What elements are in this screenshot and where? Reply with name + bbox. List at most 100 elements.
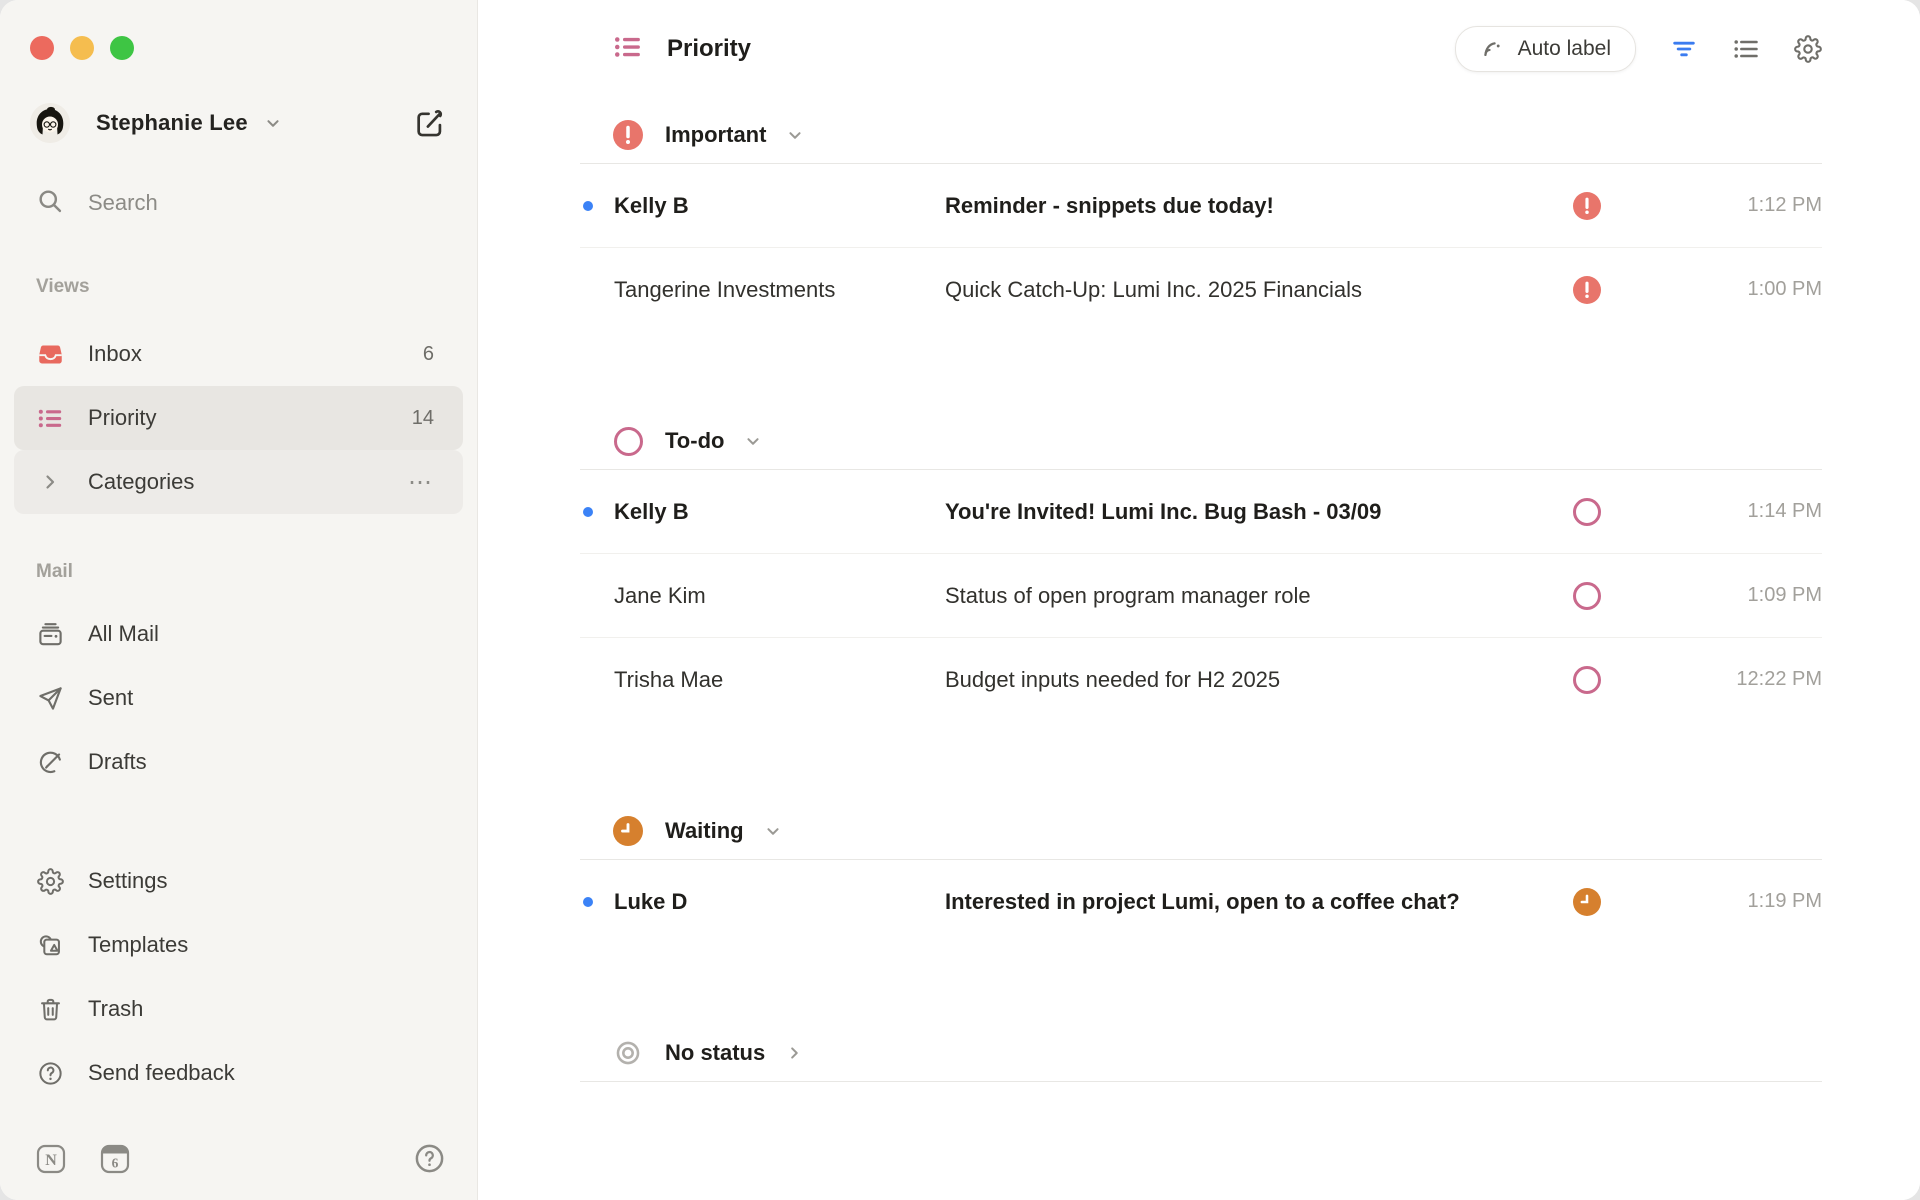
email-subject: Status of open program manager role xyxy=(945,583,1573,609)
priority-list-icon xyxy=(36,405,64,432)
chevron-down-icon xyxy=(262,112,284,134)
group-waiting: Waiting Luke D Interested in project Lum… xyxy=(580,803,1822,943)
group-header-no-status[interactable]: No status xyxy=(580,1025,1822,1082)
sidebar-item-categories[interactable]: Categories ⋯ xyxy=(14,450,463,514)
sidebar-item-all-mail[interactable]: All Mail xyxy=(0,602,477,666)
sidebar-item-label: All Mail xyxy=(88,621,159,647)
help-icon[interactable] xyxy=(414,1143,445,1174)
account-switcher[interactable]: Stephanie Lee xyxy=(0,103,477,143)
group-important: Important Kelly B Reminder - snippets du… xyxy=(580,107,1822,331)
list-view-icon[interactable] xyxy=(1732,35,1760,63)
email-row[interactable]: Tangerine Investments Quick Catch-Up: Lu… xyxy=(580,248,1822,331)
calendar-day: 6 xyxy=(112,1155,119,1170)
unread-dot xyxy=(583,201,593,211)
sidebar-item-label: Inbox xyxy=(88,341,142,367)
auto-label-icon xyxy=(1480,36,1506,62)
email-subject: Quick Catch-Up: Lumi Inc. 2025 Financial… xyxy=(945,277,1573,303)
notion-logo-icon[interactable]: N xyxy=(36,1144,66,1174)
bottom-nav: Settings Templates xyxy=(0,849,477,1105)
email-row[interactable]: Jane Kim Status of open program manager … xyxy=(580,554,1822,638)
mail-section-label: Mail xyxy=(0,560,477,584)
views-section-label: Views xyxy=(0,275,477,299)
email-sender: Trisha Mae xyxy=(614,667,945,693)
search-icon xyxy=(36,187,64,220)
toolbar: Auto label xyxy=(1455,26,1822,72)
templates-icon xyxy=(36,932,64,959)
group-todo: To-do Kelly B You're Invited! Lumi Inc. … xyxy=(580,413,1822,721)
filter-icon[interactable] xyxy=(1670,35,1698,63)
todo-status-icon xyxy=(613,427,643,456)
sidebar-item-templates[interactable]: Templates xyxy=(0,913,477,977)
todo-status-icon[interactable] xyxy=(1573,582,1601,610)
zoom-window-button[interactable] xyxy=(110,36,134,60)
search-placeholder: Search xyxy=(88,190,158,216)
group-header-waiting[interactable]: Waiting xyxy=(580,803,1822,860)
sidebar-item-label: Sent xyxy=(88,685,133,711)
todo-status-icon[interactable] xyxy=(1573,498,1601,526)
email-time: 1:12 PM xyxy=(1637,194,1822,217)
auto-label-button[interactable]: Auto label xyxy=(1455,26,1636,72)
email-time: 1:00 PM xyxy=(1637,278,1822,301)
email-row[interactable]: Trisha Mae Budget inputs needed for H2 2… xyxy=(580,638,1822,721)
email-row[interactable]: Luke D Interested in project Lumi, open … xyxy=(580,860,1822,943)
sidebar-item-label: Templates xyxy=(88,932,188,958)
drafts-icon xyxy=(36,749,64,776)
search-input[interactable]: Search xyxy=(0,187,477,219)
sidebar-item-label: Settings xyxy=(88,868,168,894)
group-header-important[interactable]: Important xyxy=(580,107,1822,164)
waiting-status-icon[interactable] xyxy=(1573,888,1601,916)
question-circle-icon xyxy=(36,1060,64,1087)
sidebar-footer: N 6 xyxy=(36,1143,445,1174)
sidebar-item-sent[interactable]: Sent xyxy=(0,666,477,730)
chevron-right-icon xyxy=(783,1042,805,1064)
sidebar-item-label: Send feedback xyxy=(88,1060,235,1086)
inbox-icon xyxy=(36,341,64,368)
email-time: 1:14 PM xyxy=(1637,500,1822,523)
avatar xyxy=(30,103,70,143)
sidebar-item-trash[interactable]: Trash xyxy=(0,977,477,1041)
sidebar-item-send-feedback[interactable]: Send feedback xyxy=(0,1041,477,1105)
sidebar-item-priority[interactable]: Priority 14 xyxy=(14,386,463,450)
minimize-window-button[interactable] xyxy=(70,36,94,60)
views-nav: Inbox 6 Priority 14 Categories ⋯ xyxy=(0,322,477,514)
email-subject: Interested in project Lumi, open to a co… xyxy=(945,889,1573,915)
group-name: No status xyxy=(665,1040,765,1066)
notion-letter: N xyxy=(45,1152,57,1169)
email-row[interactable]: Kelly B You're Invited! Lumi Inc. Bug Ba… xyxy=(580,470,1822,554)
group-name: To-do xyxy=(665,428,724,454)
sidebar-item-drafts[interactable]: Drafts xyxy=(0,730,477,794)
sidebar-item-settings[interactable]: Settings xyxy=(0,849,477,913)
settings-gear-icon[interactable] xyxy=(1794,35,1822,63)
important-status-icon[interactable] xyxy=(1573,276,1601,304)
calendar-icon[interactable]: 6 xyxy=(100,1144,130,1174)
email-time: 12:22 PM xyxy=(1637,668,1822,691)
todo-status-icon[interactable] xyxy=(1573,666,1601,694)
group-name: Important xyxy=(665,122,766,148)
main-header: Priority Auto label xyxy=(580,27,1822,71)
email-time: 1:19 PM xyxy=(1637,890,1822,913)
page-title: Priority xyxy=(667,35,751,63)
email-subject: Reminder - snippets due today! xyxy=(945,193,1573,219)
mail-list-pane: Priority Auto label xyxy=(478,0,1920,1200)
mail-nav: All Mail Sent Drafts xyxy=(0,602,477,794)
priority-count: 14 xyxy=(412,407,434,430)
important-status-icon xyxy=(613,120,643,150)
important-status-icon[interactable] xyxy=(1573,192,1601,220)
waiting-status-icon xyxy=(613,816,643,846)
email-sender: Luke D xyxy=(614,889,945,915)
all-mail-icon xyxy=(36,621,64,648)
categories-more-icon[interactable]: ⋯ xyxy=(408,468,434,497)
email-sender: Tangerine Investments xyxy=(614,277,945,303)
group-no-status: No status xyxy=(580,1025,1822,1082)
close-window-button[interactable] xyxy=(30,36,54,60)
inbox-count: 6 xyxy=(423,343,434,366)
send-icon xyxy=(36,685,64,712)
email-subject: Budget inputs needed for H2 2025 xyxy=(945,667,1573,693)
sidebar-item-label: Trash xyxy=(88,996,143,1022)
chevron-right-icon[interactable] xyxy=(36,470,64,494)
compose-icon[interactable] xyxy=(411,104,449,142)
group-header-todo[interactable]: To-do xyxy=(580,413,1822,470)
email-row[interactable]: Kelly B Reminder - snippets due today! 1… xyxy=(580,164,1822,248)
sidebar-item-inbox[interactable]: Inbox 6 xyxy=(0,322,477,386)
chevron-down-icon xyxy=(762,820,784,842)
